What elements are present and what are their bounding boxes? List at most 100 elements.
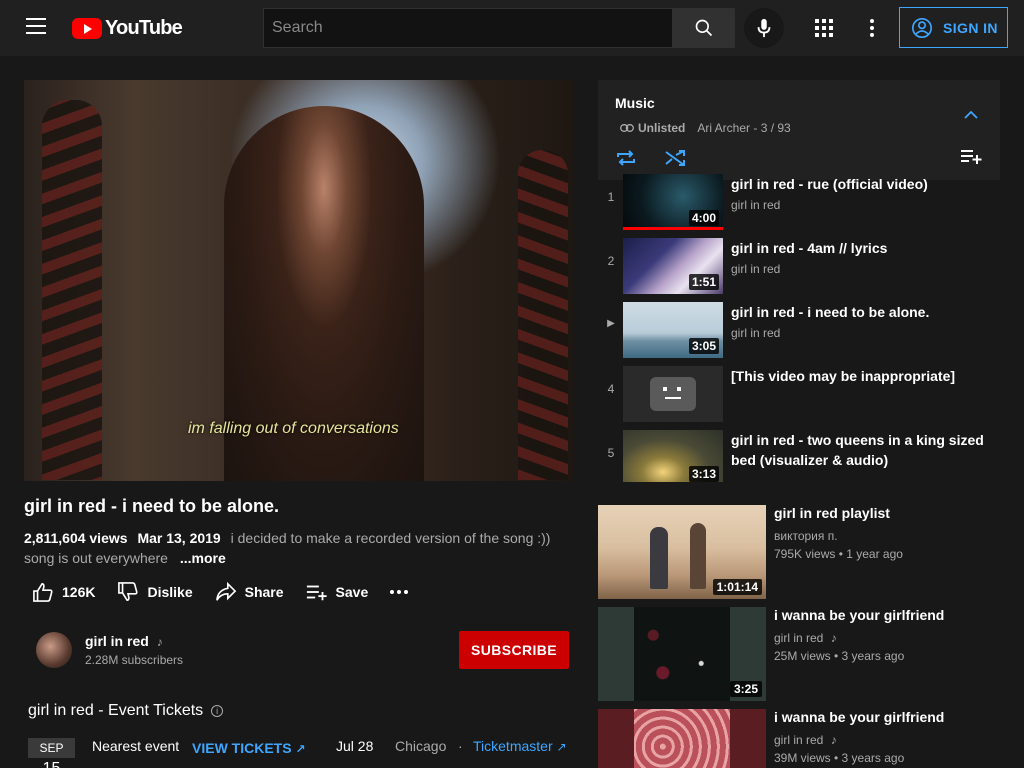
share-button[interactable]: Share (215, 582, 284, 602)
youtube-logo[interactable]: YouTube (72, 16, 183, 40)
music-note-icon: ♪ (156, 635, 163, 649)
playlist-item-thumbnail[interactable]: 4:00 (623, 174, 723, 230)
bus-seat-left (42, 100, 102, 480)
playlist-item-title: girl in red - 4am // lyrics (731, 240, 888, 256)
music-note-icon: ♪ (830, 631, 837, 645)
info-icon[interactable]: i (211, 705, 224, 717)
channel-name: girl in red (85, 633, 149, 649)
playlist-title[interactable]: Music (615, 95, 655, 111)
playlist-item-index: 1 (607, 190, 615, 204)
unavailable-video-icon (650, 377, 696, 411)
now-playing-icon: ▶ (607, 318, 615, 329)
ticket-vendor-link[interactable]: Ticketmaster ↗ (473, 738, 567, 754)
recommended-channel-row: girl in red ♪ (774, 733, 837, 747)
description-line-1[interactable]: 2,811,604 views Mar 13, 2019 i decided t… (24, 530, 550, 546)
recommended-thumbnail[interactable]: 1:01:14 (598, 505, 766, 599)
playlist-item[interactable]: 2 1:51 girl in red - 4am // lyrics girl … (598, 234, 1000, 298)
playlist-panel: Music Unlisted Ari Archer - 3 / 93 1 4:0… (598, 80, 1000, 482)
recommended-stats: 795K views • 1 year ago (774, 547, 903, 561)
action-bar: 126K Dislike Share Save (32, 578, 438, 606)
subscribe-button[interactable]: SUBSCRIBE (459, 631, 569, 669)
event-tickets-heading: girl in red - Event Tickets i (28, 702, 224, 720)
save-button[interactable]: Save (306, 583, 369, 601)
view-count: 2,811,604 views (24, 530, 128, 546)
menu-icon[interactable] (26, 18, 46, 38)
more-vert-icon (870, 19, 874, 37)
playlist-item-title: [This video may be inappropriate] (731, 368, 956, 384)
description-line-2[interactable]: song is out everywhere ...more (24, 550, 226, 566)
collapse-playlist-button[interactable] (964, 106, 978, 124)
playlist-item-current[interactable]: ▶ 3:05 girl in red - i need to be alone.… (598, 298, 1000, 362)
event-heading-text: girl in red - Event Tickets (28, 702, 204, 719)
recommended-video[interactable]: 1:01:14 girl in red playlist виктория п.… (598, 505, 1000, 599)
search-box[interactable] (263, 8, 672, 48)
playlist-item[interactable]: 1 4:00 girl in red - rue (official video… (598, 170, 1000, 234)
view-tickets-label: VIEW TICKETS (192, 740, 292, 756)
playlist-visibility: Unlisted (638, 121, 686, 135)
channel-name-row[interactable]: girl in red ♪ (85, 633, 163, 649)
search-input[interactable] (264, 9, 672, 47)
thumbnail-artwork (634, 607, 730, 701)
more-actions-button[interactable] (390, 590, 416, 594)
recommended-video[interactable]: 3:25 i wanna be your girlfriend girl in … (598, 607, 1000, 701)
event-day: 15 (28, 760, 75, 768)
ticket-vendor-label: Ticketmaster (473, 738, 553, 754)
playlist-item[interactable]: 4 [This video may be inappropriate] (598, 362, 1000, 426)
dislike-button[interactable]: Dislike (117, 582, 193, 602)
event-row[interactable]: SEP 15 Nearest event VIEW TICKETS ↗ Jul … (28, 736, 578, 768)
repeat-icon (617, 150, 635, 166)
playlist-item-duration: 3:05 (688, 338, 719, 354)
recommended-stats: 39M views • 3 years ago (774, 751, 905, 765)
event-date: Jul 28 (336, 738, 374, 754)
sign-in-button[interactable]: SIGN IN (899, 7, 1008, 48)
playlist-item-channel: girl in red (731, 262, 781, 276)
playlist-item-channel: girl in red (731, 198, 781, 212)
apps-grid-icon (815, 19, 833, 37)
like-button[interactable]: 126K (32, 582, 95, 602)
description-text: i decided to make a recorded version of … (230, 530, 551, 546)
playlist-item[interactable]: 5 3:13 girl in red - two queens in a kin… (598, 426, 1000, 482)
recommended-duration: 1:01:14 (712, 579, 762, 595)
video-caption: im falling out of conversations (188, 420, 399, 437)
playlist-item-channel: girl in red (731, 326, 781, 340)
playlist-item-index: 4 (607, 382, 615, 396)
subscriber-count: 2.28M subscribers (85, 653, 184, 667)
voice-search-button[interactable] (744, 8, 784, 48)
event-month: SEP (28, 738, 75, 758)
playlist-item-thumbnail[interactable]: 1:51 (623, 238, 723, 294)
recommended-video[interactable]: i wanna be your girlfriend girl in red ♪… (598, 709, 1000, 768)
recommended-thumbnail[interactable] (598, 709, 766, 768)
view-tickets-link[interactable]: VIEW TICKETS ↗ (192, 740, 306, 756)
external-link-icon: ↗ (556, 740, 567, 754)
recommended-channel-row: girl in red ♪ (774, 631, 837, 645)
like-count: 126K (62, 584, 96, 600)
playlist-item-thumbnail[interactable]: 3:05 (623, 302, 723, 358)
recommended-title: girl in red playlist (774, 505, 890, 521)
channel-avatar[interactable] (36, 632, 72, 668)
playlist-item-duration: 4:00 (688, 210, 719, 226)
playlist-item-thumbnail[interactable]: 3:13 (623, 430, 723, 482)
recommended-stats: 25M views • 3 years ago (774, 649, 905, 663)
search-button[interactable] (672, 8, 735, 48)
search-icon (695, 19, 712, 37)
event-title: Nearest event (92, 738, 180, 754)
microphone-icon (757, 18, 771, 38)
thumbnail-figure (650, 527, 668, 589)
external-link-icon: ↗ (295, 742, 306, 756)
playlist-item-thumbnail[interactable] (623, 366, 723, 422)
playlist-item-index: 5 (607, 446, 615, 460)
logo-text: YouTube (105, 16, 183, 39)
recommended-thumbnail[interactable]: 3:25 (598, 607, 766, 701)
shuffle-icon (665, 150, 685, 166)
apps-button[interactable] (808, 12, 840, 44)
sign-in-label: SIGN IN (943, 19, 998, 36)
playlist-item-index: 2 (607, 254, 615, 268)
settings-more-button[interactable] (856, 12, 888, 44)
thumbnail-artwork (634, 709, 730, 768)
recommended-title: i wanna be your girlfriend (774, 607, 945, 623)
link-icon (620, 124, 634, 132)
save-label: Save (335, 584, 369, 600)
video-player[interactable]: im falling out of conversations (24, 80, 574, 481)
more-link[interactable]: ...more (180, 550, 226, 566)
save-playlist-button[interactable] (960, 148, 982, 169)
